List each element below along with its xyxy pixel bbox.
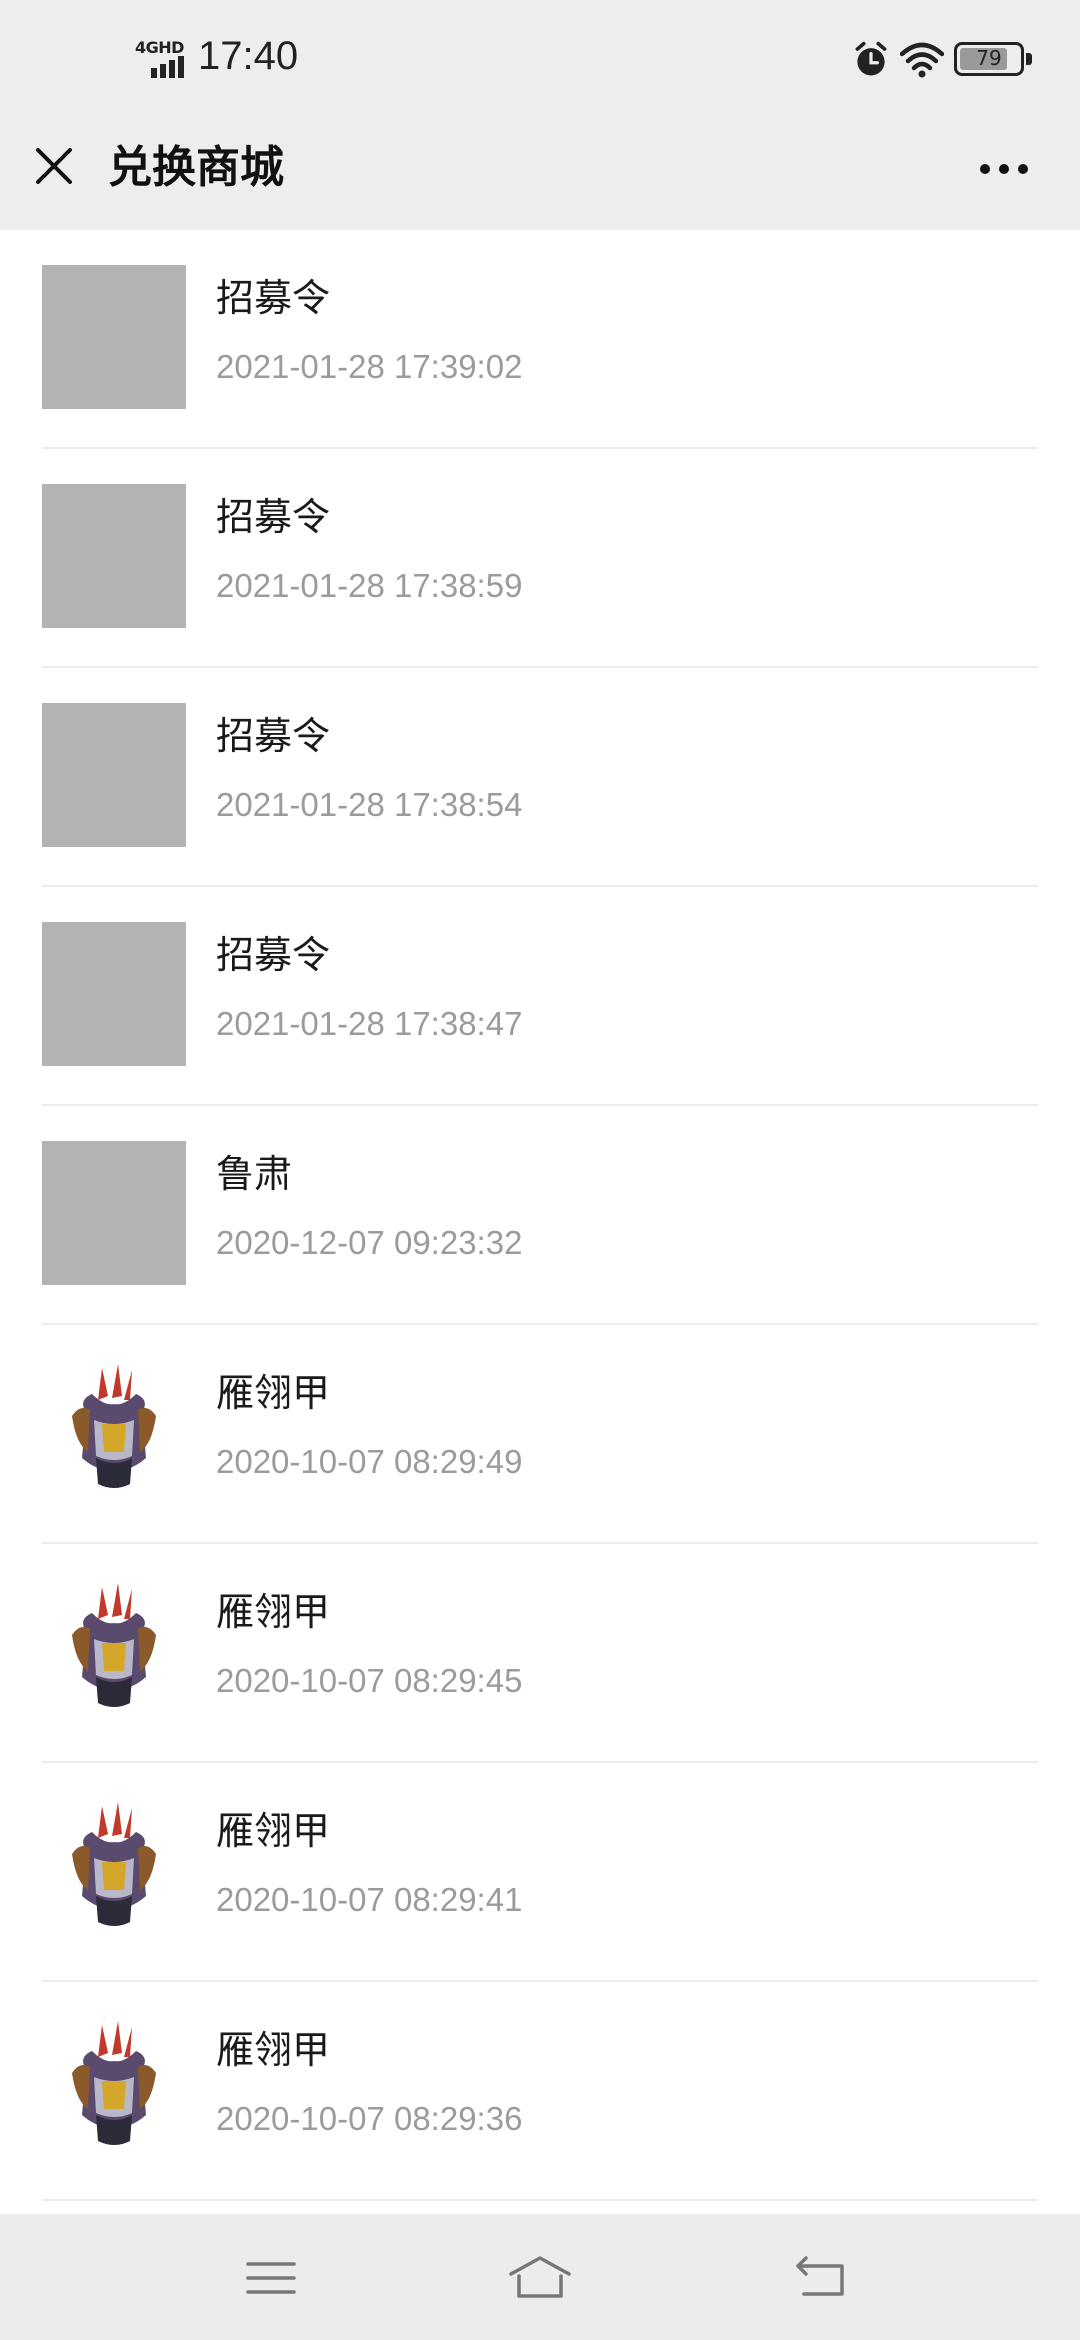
battery-level: 79 (976, 46, 1002, 70)
exchange-record-list: 招募令 2021-01-28 17:39:02 招募令 2021-01-28 1… (0, 230, 1080, 2201)
list-item[interactable]: 雁翎甲 2020-10-07 08:29:41 (0, 1763, 1080, 1982)
item-timestamp: 2020-10-07 08:29:41 (216, 1881, 523, 1918)
item-thumbnail (42, 703, 186, 847)
item-thumbnail (42, 265, 186, 409)
back-icon[interactable] (786, 2252, 856, 2304)
divider (42, 2199, 1038, 2201)
item-timestamp: 2020-12-07 09:23:32 (216, 1224, 523, 1261)
item-thumbnail (42, 922, 186, 1066)
item-timestamp: 2020-10-07 08:29:45 (216, 1662, 523, 1699)
list-item[interactable]: 鲁肃 2020-12-07 09:23:32 (0, 1106, 1080, 1325)
wifi-icon (900, 42, 944, 78)
armor-icon (72, 1364, 156, 1488)
list-item[interactable]: 雁翎甲 2020-10-07 08:29:49 (0, 1325, 1080, 1544)
alarm-icon (855, 41, 887, 76)
header-bar: 兑换商城 (0, 118, 1080, 230)
list-item[interactable]: 招募令 2021-01-28 17:39:02 (0, 230, 1080, 449)
item-thumbnail (42, 484, 186, 628)
close-icon[interactable] (28, 140, 80, 192)
list-item[interactable]: 招募令 2021-01-28 17:38:59 (0, 449, 1080, 668)
item-name: 雁翎甲 (216, 1809, 331, 1853)
item-name: 鲁肃 (216, 1152, 293, 1196)
item-timestamp: 2021-01-28 17:38:47 (216, 1005, 523, 1042)
menu-icon[interactable] (236, 2252, 306, 2304)
item-name: 招募令 (216, 276, 331, 320)
armor-icon (72, 1802, 156, 1926)
list-item[interactable]: 招募令 2021-01-28 17:38:54 (0, 668, 1080, 887)
item-timestamp: 2020-10-07 08:29:36 (216, 2100, 523, 2137)
status-bar: 4GHD 17:40 79 (0, 0, 1080, 118)
home-icon[interactable] (505, 2252, 575, 2304)
item-timestamp: 2021-01-28 17:39:02 (216, 348, 523, 385)
status-time: 17:40 (198, 34, 299, 78)
armor-icon (72, 1583, 156, 1707)
item-timestamp: 2020-10-07 08:29:49 (216, 1443, 523, 1480)
item-name: 招募令 (216, 495, 331, 539)
item-timestamp: 2021-01-28 17:38:59 (216, 567, 523, 604)
item-name: 雁翎甲 (216, 1590, 331, 1634)
list-item[interactable]: 招募令 2021-01-28 17:38:47 (0, 887, 1080, 1106)
page-title: 兑换商城 (108, 142, 284, 193)
list-item[interactable]: 雁翎甲 2020-10-07 08:29:36 (0, 1982, 1080, 2201)
item-name: 雁翎甲 (216, 1371, 331, 1415)
item-name: 雁翎甲 (216, 2028, 331, 2072)
item-thumbnail (42, 1141, 186, 1285)
more-icon[interactable] (974, 146, 1034, 190)
signal-icon: 4GHD (135, 38, 191, 78)
list-item[interactable]: 雁翎甲 2020-10-07 08:29:45 (0, 1544, 1080, 1763)
item-name: 招募令 (216, 933, 331, 977)
item-timestamp: 2021-01-28 17:38:54 (216, 786, 523, 823)
network-type: 4GHD (135, 38, 184, 57)
armor-icon (72, 2021, 156, 2145)
item-name: 招募令 (216, 714, 331, 758)
battery-icon: 79 (954, 42, 1032, 76)
system-nav-bar (0, 2214, 1080, 2340)
